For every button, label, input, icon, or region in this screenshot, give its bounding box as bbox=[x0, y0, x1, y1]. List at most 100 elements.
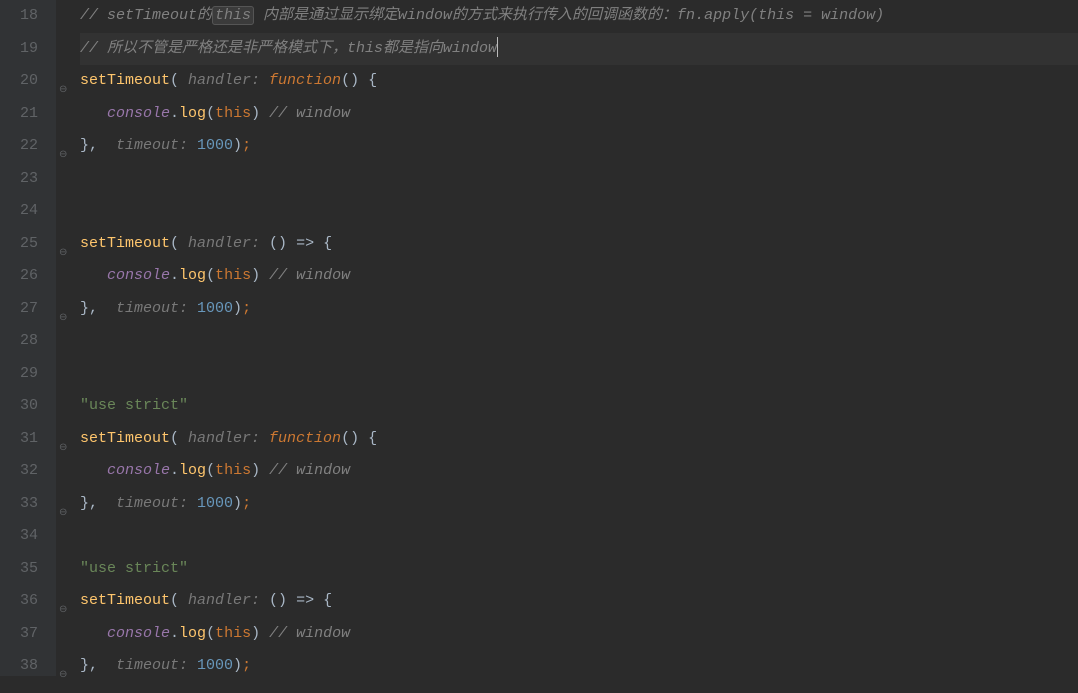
code-token: timeout: bbox=[116, 137, 197, 154]
fold-toggle-icon[interactable]: ⊖ bbox=[59, 498, 67, 531]
code-line[interactable]: setTimeout( handler: () => { bbox=[80, 585, 1078, 618]
fold-toggle-icon[interactable]: ⊖ bbox=[59, 140, 67, 173]
code-line[interactable]: }, timeout: 1000); bbox=[80, 130, 1078, 163]
code-token: 内部是通过显示绑定window的方式来执行传入的回调函数的：fn.apply(t… bbox=[254, 7, 884, 24]
code-token: }, bbox=[80, 300, 116, 317]
code-token: this bbox=[215, 267, 251, 284]
fold-toggle-icon[interactable]: ⊖ bbox=[59, 433, 67, 466]
code-token: ( bbox=[206, 462, 215, 479]
line-number: 25 bbox=[8, 228, 38, 261]
code-line[interactable] bbox=[80, 163, 1078, 196]
code-token: => bbox=[296, 235, 314, 252]
code-line[interactable]: console.log(this) // window bbox=[80, 455, 1078, 488]
code-editor[interactable]: 1819202122232425262728293031323334353637… bbox=[0, 0, 1078, 676]
line-number: 18 bbox=[8, 0, 38, 33]
code-token: 1000 bbox=[197, 137, 233, 154]
code-token: ( bbox=[170, 592, 188, 609]
code-token: ; bbox=[242, 657, 251, 674]
code-line[interactable]: console.log(this) // window bbox=[80, 260, 1078, 293]
code-line[interactable]: setTimeout( handler: () => { bbox=[80, 228, 1078, 261]
code-token: function bbox=[269, 430, 341, 447]
code-token bbox=[80, 267, 107, 284]
code-line[interactable]: setTimeout( handler: function() { bbox=[80, 423, 1078, 456]
code-line[interactable] bbox=[80, 195, 1078, 228]
code-token: timeout: bbox=[116, 495, 197, 512]
line-number: 23 bbox=[8, 163, 38, 196]
code-token: . bbox=[170, 462, 179, 479]
code-token: ) bbox=[251, 105, 269, 122]
code-token: // window bbox=[269, 625, 350, 642]
code-token: function bbox=[269, 72, 341, 89]
code-line[interactable]: }, timeout: 1000); bbox=[80, 488, 1078, 521]
code-token: ( bbox=[170, 235, 188, 252]
code-token: }, bbox=[80, 137, 116, 154]
code-token: 1000 bbox=[197, 657, 233, 674]
fold-toggle-icon[interactable]: ⊖ bbox=[59, 238, 67, 271]
code-token bbox=[80, 462, 107, 479]
code-token: ) bbox=[251, 625, 269, 642]
code-line[interactable]: "use strict" bbox=[80, 390, 1078, 423]
code-token: log bbox=[179, 105, 206, 122]
code-token: }, bbox=[80, 495, 116, 512]
code-token: setTimeout bbox=[80, 235, 170, 252]
code-token: log bbox=[179, 625, 206, 642]
line-number: 34 bbox=[8, 520, 38, 553]
line-number: 19 bbox=[8, 33, 38, 66]
line-number: 21 bbox=[8, 98, 38, 131]
code-line[interactable]: console.log(this) // window bbox=[80, 618, 1078, 651]
code-token: ) bbox=[251, 462, 269, 479]
code-token: . bbox=[170, 267, 179, 284]
code-token: ) bbox=[233, 137, 242, 154]
fold-column[interactable]: ⊖⊖⊖⊖⊖⊖⊖⊖ bbox=[56, 0, 76, 676]
code-token: timeout: bbox=[116, 300, 197, 317]
code-token: . bbox=[170, 625, 179, 642]
code-token: // 所以不管是严格还是非严格模式下，this都是指向window bbox=[80, 40, 497, 57]
code-token: }, bbox=[80, 657, 116, 674]
code-line[interactable]: setTimeout( handler: function() { bbox=[80, 65, 1078, 98]
code-line[interactable]: // 所以不管是严格还是非严格模式下，this都是指向window bbox=[80, 33, 1078, 66]
code-line[interactable] bbox=[80, 325, 1078, 358]
code-token: . bbox=[170, 105, 179, 122]
code-token: handler: bbox=[188, 235, 269, 252]
code-token: ; bbox=[242, 300, 251, 317]
code-line[interactable]: console.log(this) // window bbox=[80, 98, 1078, 131]
code-line[interactable] bbox=[80, 358, 1078, 391]
code-line[interactable] bbox=[80, 520, 1078, 553]
fold-toggle-icon[interactable]: ⊖ bbox=[59, 75, 67, 108]
fold-toggle-icon[interactable]: ⊖ bbox=[59, 303, 67, 336]
code-token bbox=[80, 625, 107, 642]
code-token: handler: bbox=[188, 592, 269, 609]
line-number: 27 bbox=[8, 293, 38, 326]
code-token: 1000 bbox=[197, 300, 233, 317]
code-line[interactable]: }, timeout: 1000); bbox=[80, 293, 1078, 326]
code-token: { bbox=[314, 592, 332, 609]
code-token: "use strict" bbox=[80, 560, 188, 577]
code-token: ) bbox=[233, 495, 242, 512]
line-number: 29 bbox=[8, 358, 38, 391]
line-number: 30 bbox=[8, 390, 38, 423]
line-number: 31 bbox=[8, 423, 38, 456]
code-area[interactable]: // setTimeout的this 内部是通过显示绑定window的方式来执行… bbox=[76, 0, 1078, 676]
line-number: 24 bbox=[8, 195, 38, 228]
fold-toggle-icon[interactable]: ⊖ bbox=[59, 660, 67, 693]
code-token: => bbox=[296, 592, 314, 609]
code-line[interactable]: }, timeout: 1000); bbox=[80, 650, 1078, 683]
code-token: ; bbox=[242, 495, 251, 512]
code-token: handler: bbox=[188, 72, 269, 89]
line-number: 28 bbox=[8, 325, 38, 358]
code-token: ( bbox=[206, 267, 215, 284]
code-token: console bbox=[107, 625, 170, 642]
code-token: () bbox=[269, 592, 296, 609]
fold-toggle-icon[interactable]: ⊖ bbox=[59, 595, 67, 628]
code-token: () { bbox=[341, 72, 377, 89]
code-token: () bbox=[269, 235, 296, 252]
line-number: 20 bbox=[8, 65, 38, 98]
code-token: ) bbox=[233, 300, 242, 317]
code-token: console bbox=[107, 267, 170, 284]
code-line[interactable]: "use strict" bbox=[80, 553, 1078, 586]
code-token: handler: bbox=[188, 430, 269, 447]
code-token: ( bbox=[206, 625, 215, 642]
code-token: setTimeout bbox=[80, 430, 170, 447]
code-token: log bbox=[179, 462, 206, 479]
code-line[interactable]: // setTimeout的this 内部是通过显示绑定window的方式来执行… bbox=[80, 0, 1078, 33]
